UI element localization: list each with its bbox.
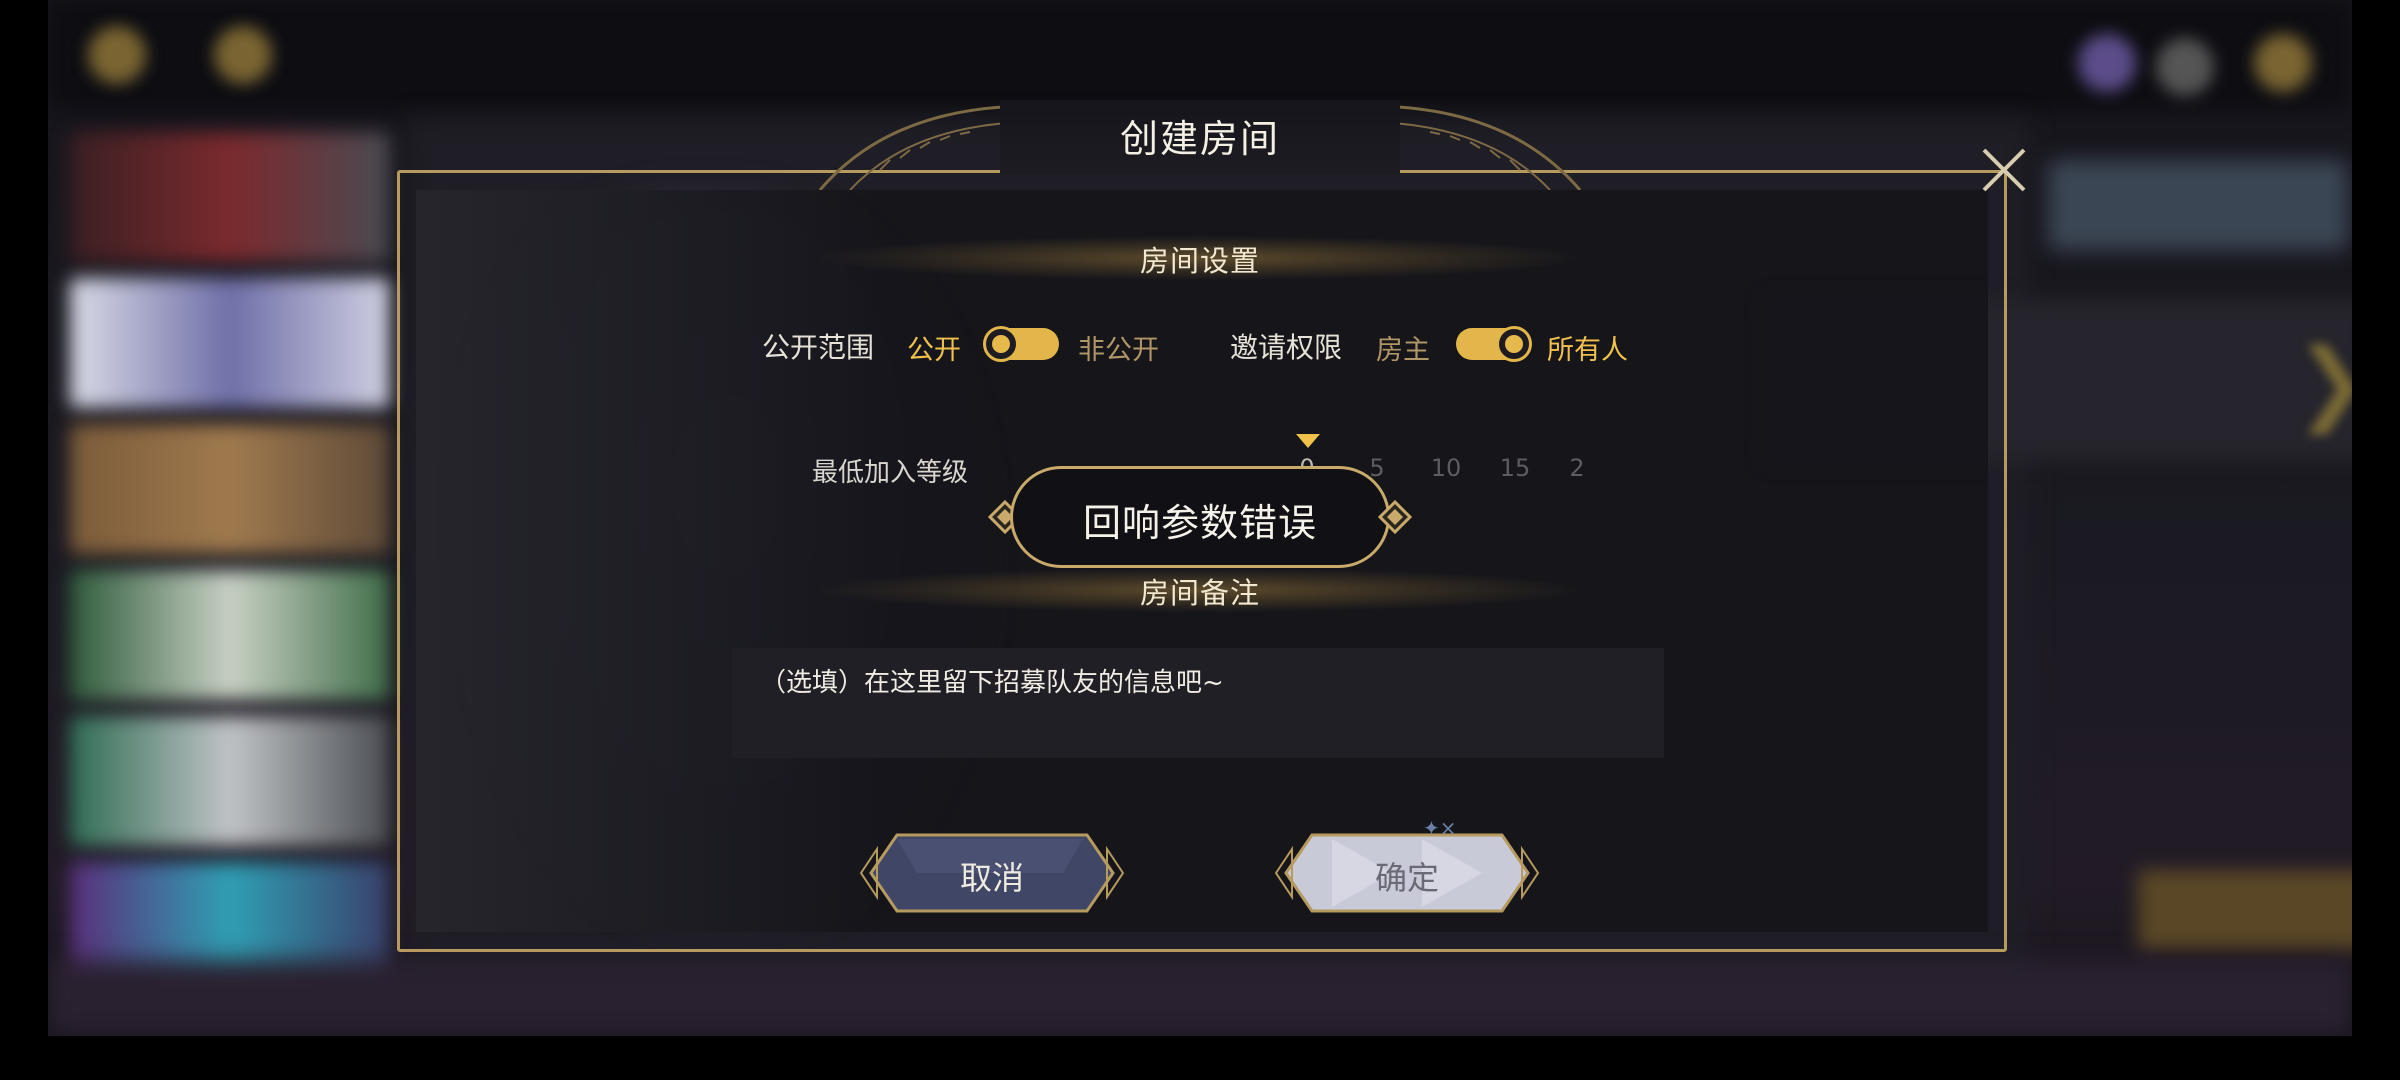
- visibility-option-private[interactable]: 非公开: [1078, 328, 1159, 367]
- room-note-input[interactable]: （选填）在这里留下招募队友的信息吧~: [732, 648, 1664, 758]
- level-tick-15[interactable]: 15: [1490, 454, 1540, 482]
- level-tick-10[interactable]: 10: [1421, 454, 1471, 482]
- invite-permission-label: 邀请权限: [1230, 331, 1343, 364]
- title-ornament-right: [1374, 104, 1582, 190]
- background-bottom-strip: [48, 960, 2352, 1036]
- level-selected-marker-icon: [1296, 434, 1320, 448]
- background-thumbnail: [70, 716, 390, 846]
- cancel-button-label: 取消: [959, 859, 1024, 897]
- close-button[interactable]: [1976, 142, 2032, 198]
- title-ornament-left: [818, 104, 1026, 190]
- invite-option-everyone[interactable]: 所有人: [1547, 328, 1628, 367]
- min-level-label: 最低加入等级: [812, 458, 969, 488]
- background-arrow-icon: ❯: [2294, 330, 2352, 435]
- background-avatar-icon: [2078, 34, 2136, 92]
- background-right-card: [2048, 160, 2348, 250]
- background-thumbnail: [70, 424, 390, 554]
- background-thumbnail: [70, 278, 390, 408]
- background-currency-icon: [2254, 34, 2312, 92]
- dialog-title: 创建房间: [1119, 117, 1280, 161]
- invite-permission-toggle[interactable]: [1456, 326, 1532, 362]
- confirm-button[interactable]: 确定: [1272, 833, 1542, 913]
- background-menu-icon: [2156, 38, 2214, 96]
- background-thumbnail: [70, 570, 390, 700]
- toast-message: 回响参数错误: [1082, 501, 1317, 545]
- section-title-room-settings: 房间设置: [1139, 244, 1260, 278]
- background-right-button: [2138, 870, 2352, 950]
- background-currency-icon: [214, 26, 272, 84]
- confirm-button-label: 确定: [1374, 859, 1439, 897]
- toggle-knob: [983, 326, 1019, 362]
- sparkle-icon: ✦×: [1423, 816, 1457, 840]
- level-tick-2[interactable]: 2: [1552, 454, 1602, 482]
- toggle-knob: [1496, 326, 1532, 362]
- close-icon: [1982, 148, 2026, 192]
- error-toast: 回响参数错误: [988, 462, 1412, 572]
- room-note-placeholder: （选填）在这里留下招募队友的信息吧~: [760, 668, 1224, 698]
- visibility-label: 公开范围: [762, 331, 875, 364]
- cancel-button[interactable]: 取消: [857, 833, 1127, 913]
- visibility-option-public[interactable]: 公开: [907, 328, 961, 367]
- background-thumbnail: [70, 132, 390, 262]
- invite-option-host[interactable]: 房主: [1376, 328, 1430, 367]
- section-title-room-note: 房间备注: [1139, 576, 1260, 610]
- background-top-bar: [48, 0, 2352, 110]
- visibility-toggle[interactable]: [983, 326, 1059, 362]
- background-currency-icon: [88, 26, 146, 84]
